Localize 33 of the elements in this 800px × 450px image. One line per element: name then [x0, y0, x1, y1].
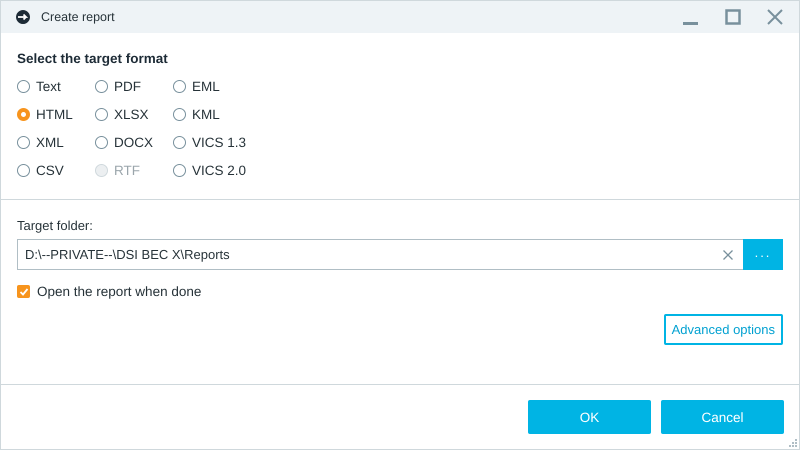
radio-button[interactable]	[17, 80, 30, 92]
clear-icon[interactable]	[723, 250, 733, 260]
radio-label[interactable]: KML	[192, 106, 220, 122]
radio-label[interactable]: XLSX	[114, 106, 149, 122]
radio-label[interactable]: Text	[36, 78, 61, 94]
radio-button[interactable]	[17, 136, 30, 148]
folder-input-field[interactable]: D:\--PRIVATE--\DSI BEC X\Reports	[17, 239, 743, 270]
radio-button[interactable]	[173, 108, 186, 120]
checkbox-label[interactable]: Open the report when done	[37, 284, 202, 299]
radio-label[interactable]: VICS 1.3	[192, 134, 246, 150]
radio-button[interactable]	[95, 108, 108, 120]
window-title: Create report	[41, 10, 115, 24]
radio-button[interactable]	[173, 80, 186, 92]
radio-button[interactable]	[173, 164, 186, 176]
radio-button[interactable]	[95, 136, 108, 148]
radio-label[interactable]: PDF	[114, 78, 141, 94]
maximize-icon[interactable]	[725, 9, 741, 25]
resize-grip-icon[interactable]	[789, 439, 797, 447]
field-label: Target folder:	[17, 218, 94, 233]
radio-label[interactable]: CSV	[36, 162, 64, 178]
radio-button[interactable]	[17, 108, 30, 120]
app-logo-icon	[15, 10, 31, 24]
radio-button[interactable]	[17, 164, 30, 176]
section-heading: Select the target format	[17, 51, 169, 66]
radio-button[interactable]	[95, 80, 108, 92]
close-icon[interactable]	[767, 9, 783, 25]
radio-button[interactable]	[173, 136, 186, 148]
radio-label[interactable]: XML	[36, 134, 64, 150]
radio-label[interactable]: DOCX	[114, 134, 154, 150]
radio-label[interactable]: VICS 2.0	[192, 162, 246, 178]
checkbox[interactable]	[17, 285, 30, 298]
radio-label[interactable]: EML	[192, 78, 220, 94]
radio-label[interactable]: HTML	[36, 106, 73, 122]
